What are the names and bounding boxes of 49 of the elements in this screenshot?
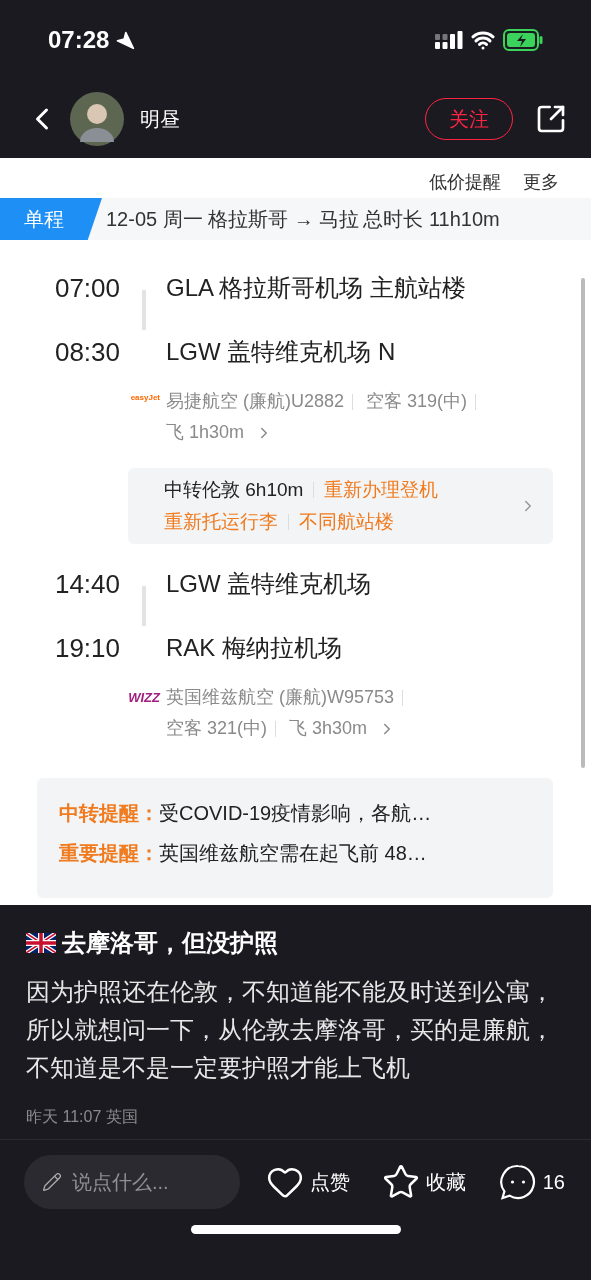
favorite-button[interactable]: 收藏 <box>382 1163 467 1201</box>
star-icon[interactable] <box>382 1163 421 1201</box>
departure-time: 07:00 <box>53 271 120 305</box>
flight-detail: 易捷航空 (廉航)U2882 <box>166 391 345 411</box>
uk-flag-icon <box>26 933 56 953</box>
header-link[interactable]: 更多 <box>523 169 559 196</box>
pencil-icon <box>42 1172 62 1192</box>
transfer-info: 中转伦敦 6h10m <box>164 478 304 502</box>
departure-airport: GLA 格拉斯哥机场 主航站楼 <box>166 273 467 303</box>
flight-detail: 空客 321(中) <box>166 718 268 738</box>
like-button[interactable]: 点赞 <box>266 1163 350 1201</box>
flight-detail: 飞 3h30m <box>289 718 368 738</box>
departure-airport: LGW 盖特维克机场 <box>166 569 372 599</box>
transfer-tag: 重新办理登机 <box>324 474 439 506</box>
arrival-time: 08:30 <box>53 335 120 369</box>
trip-duration: 总时长 11h10m <box>363 207 500 232</box>
notice-label: 重要提醒： <box>59 841 159 866</box>
arrival-time: 19:10 <box>53 631 120 665</box>
comment-button[interactable]: 16 <box>498 1163 565 1201</box>
post-meta: 昨天 11:07 英国 <box>26 1107 139 1127</box>
arrival-airport: LGW 盖特维克机场 N <box>166 337 396 367</box>
notice-text: 英国维兹航空需在起飞前 48… <box>159 841 427 866</box>
flight-detail: 空客 319(中) <box>366 391 468 411</box>
airline-logo: WIZZ <box>128 689 160 707</box>
share-icon[interactable] <box>535 103 567 135</box>
location-arrow-icon <box>115 30 136 50</box>
post-body: 因为护照还在伦敦，不知道能不能及时送到公寓，所以就想问一下，从伦敦去摩洛哥，买的是廉航，不知道是不是一定要护照才能上飞机 <box>26 977 555 1083</box>
notice-text: 受COVID-19疫情影响，各航… <box>159 801 432 826</box>
user-name: 明昼 <box>140 107 180 132</box>
arrival-airport: RAK 梅纳拉机场 <box>166 633 342 663</box>
comment-field[interactable]: 说点什么... <box>24 1155 240 1209</box>
post-title: 去摩洛哥，但没护照 <box>62 928 278 958</box>
flight-detail: 英国维兹航空 (廉航)W95753 <box>166 687 395 707</box>
battery-icon <box>503 29 543 51</box>
departure-time: 14:40 <box>53 567 120 601</box>
comment-placeholder: 说点什么... <box>72 1170 169 1195</box>
trip-type-tag: 单程 <box>0 198 102 240</box>
airline-logo: easyJet <box>130 392 160 404</box>
transfer-tag: 不同航站楼 <box>299 506 394 538</box>
avatar[interactable] <box>70 92 124 146</box>
comment-icon[interactable] <box>498 1163 537 1201</box>
transfer-tag: 重新托运行李 <box>164 506 278 538</box>
signal-icon <box>435 31 463 49</box>
transfer-card[interactable]: 中转伦敦 6h10m 重新办理登机 重新托运行李 不同航站楼 <box>128 468 553 544</box>
header-link[interactable]: 低价提醒 <box>429 169 501 196</box>
status-time: 07:28 <box>48 25 110 55</box>
notice-label: 中转提醒： <box>59 801 159 826</box>
flight-detail: 飞 1h30m <box>166 422 245 442</box>
trip-route: 12-05 周一 格拉斯哥 → 马拉 <box>106 207 360 232</box>
